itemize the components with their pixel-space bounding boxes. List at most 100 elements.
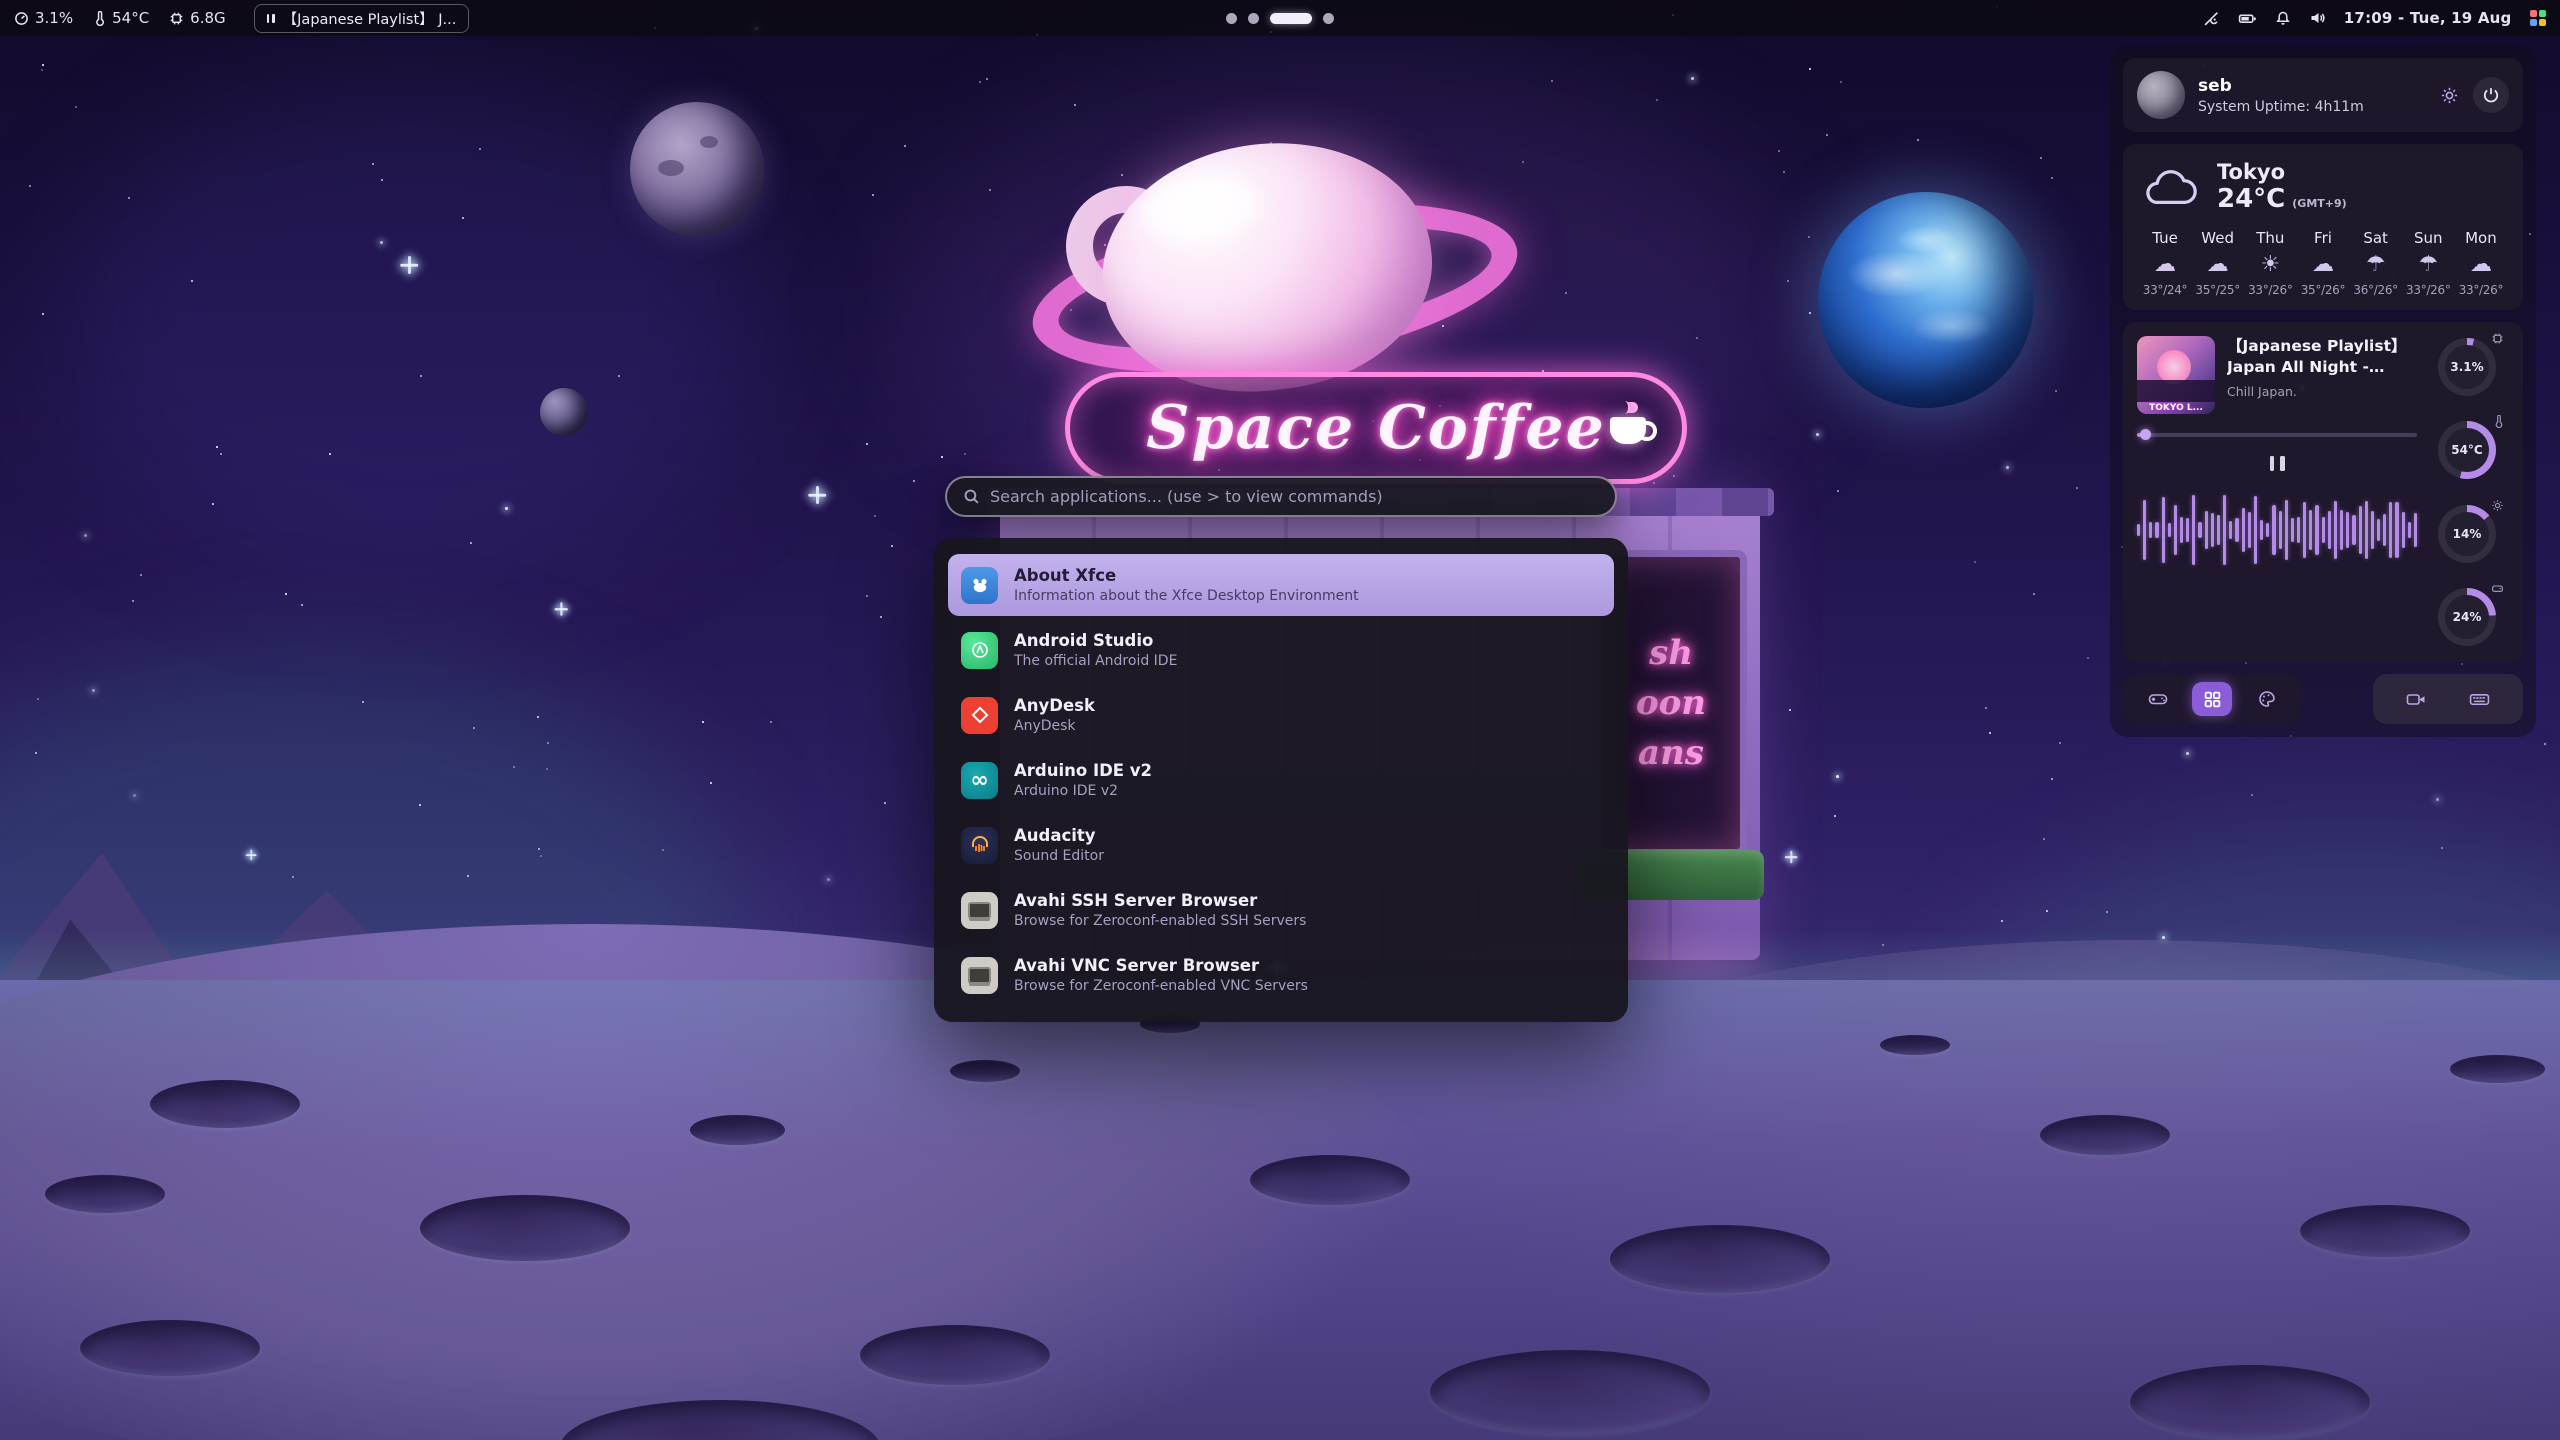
- workspace-indicator: [1226, 0, 1334, 36]
- cpu-indicator[interactable]: 3.1%: [14, 9, 73, 27]
- star: [913, 480, 915, 482]
- launcher-result-about-xfce[interactable]: About Xfce Information about the Xfce De…: [948, 554, 1614, 616]
- widgets-button[interactable]: [2192, 682, 2232, 716]
- star: [133, 794, 136, 797]
- battery-icon[interactable]: [2238, 11, 2257, 26]
- star: [84, 534, 87, 537]
- launcher-result-avahi-vnc[interactable]: Avahi VNC Server Browser Browse for Zero…: [948, 944, 1614, 1006]
- pause-button[interactable]: [2255, 450, 2299, 476]
- temperature-gauge: 54°C: [2438, 421, 2496, 479]
- workspace-dot[interactable]: [1323, 13, 1334, 24]
- star: [462, 217, 464, 219]
- video-camera-icon: [2406, 692, 2426, 707]
- star: [75, 106, 77, 108]
- waveform-bar: [2303, 502, 2306, 558]
- track-subtitle: Chill Japan.: [2227, 384, 2417, 399]
- star: [220, 453, 222, 455]
- gear-icon: [2440, 86, 2459, 105]
- star: [2001, 920, 2003, 922]
- wallpaper-earth: [1818, 192, 2034, 408]
- volume-icon[interactable]: [2309, 10, 2326, 26]
- waveform-bar: [2359, 506, 2362, 554]
- music-progress-thumb[interactable]: [2140, 429, 2151, 440]
- apps-grid-icon[interactable]: [2530, 10, 2547, 27]
- crater: [690, 1115, 785, 1145]
- launcher-result-android-studio[interactable]: Android Studio The official Android IDE: [948, 619, 1614, 681]
- result-desc: Sound Editor: [1014, 848, 1104, 864]
- keyboard-button[interactable]: [2460, 682, 2500, 716]
- now-playing-widget[interactable]: 【Japanese Playlist】 J...: [254, 4, 470, 33]
- star: [1717, 685, 1719, 687]
- screencast-button[interactable]: [2396, 682, 2436, 716]
- star: [538, 848, 540, 850]
- controller-button[interactable]: [2138, 682, 2178, 716]
- launcher-result-arduino[interactable]: ∞ Arduino IDE v2 Arduino IDE v2: [948, 749, 1614, 811]
- launcher-result-audacity[interactable]: Audacity Sound Editor: [948, 814, 1614, 876]
- wallpaper-small-moon: [540, 388, 588, 436]
- bell-icon[interactable]: [2275, 10, 2291, 26]
- waveform-bar: [2340, 510, 2343, 550]
- power-button[interactable]: [2473, 77, 2509, 113]
- launcher-search-bar[interactable]: [945, 476, 1617, 517]
- star: [979, 81, 981, 83]
- workspace-dot[interactable]: [1226, 13, 1237, 24]
- waveform-bar: [2272, 505, 2275, 556]
- star: [1439, 405, 1441, 407]
- star: [1816, 433, 1819, 436]
- result-desc: The official Android IDE: [1014, 653, 1177, 669]
- palette-icon: [2258, 690, 2276, 708]
- tools-icon[interactable]: [2203, 10, 2220, 27]
- star: [2006, 466, 2009, 469]
- waveform-bar: [2260, 520, 2263, 541]
- waveform-bar: [2402, 512, 2405, 547]
- forecast-day: Tue ☁ 33°/24°: [2139, 229, 2191, 297]
- forecast-day: Mon ☁ 33°/26°: [2455, 229, 2507, 297]
- workspace-active[interactable]: [1270, 13, 1312, 24]
- cloud-icon: ☁: [2312, 253, 2334, 277]
- star: [1594, 440, 1596, 442]
- launcher-result-anydesk[interactable]: AnyDesk AnyDesk: [948, 684, 1614, 746]
- star: [1074, 104, 1076, 106]
- clock[interactable]: 17:09 - Tue, 19 Aug: [2344, 9, 2512, 27]
- waveform-bar: [2371, 511, 2374, 549]
- star: [1144, 299, 1147, 302]
- star: [2051, 177, 2053, 179]
- waveform-bar: [2315, 505, 2318, 554]
- settings-button[interactable]: [2431, 77, 2467, 113]
- waveform-bar: [2297, 517, 2300, 543]
- launcher-result-avahi-ssh[interactable]: Avahi SSH Server Browser Browse for Zero…: [948, 879, 1614, 941]
- waveform-bar: [2346, 512, 2349, 549]
- star: [866, 595, 868, 597]
- waveform-bar: [2149, 522, 2152, 538]
- waveform-bar: [2180, 517, 2183, 543]
- star: [2544, 743, 2546, 745]
- quick-actions-right: [2373, 674, 2523, 724]
- star: [140, 574, 142, 576]
- star: [2055, 390, 2057, 392]
- star: [872, 194, 874, 196]
- memory-indicator[interactable]: 6.8G: [169, 9, 225, 27]
- star: [1551, 80, 1553, 82]
- star: [1442, 325, 1444, 327]
- now-playing-text: 【Japanese Playlist】 J...: [283, 8, 457, 29]
- waveform-bar: [2229, 521, 2232, 539]
- temp-indicator[interactable]: 54°C: [93, 9, 149, 27]
- workspace-dot[interactable]: [1248, 13, 1259, 24]
- arduino-app-icon: ∞: [961, 762, 998, 799]
- star: [770, 721, 772, 723]
- star: [1691, 77, 1694, 80]
- star: [216, 446, 218, 448]
- uptime-label: System Uptime: 4h11m: [2198, 99, 2364, 115]
- search-input[interactable]: [990, 487, 1599, 506]
- theme-button[interactable]: [2247, 682, 2287, 716]
- star: [41, 69, 43, 71]
- result-name: Avahi SSH Server Browser: [1014, 891, 1306, 910]
- weather-forecast: Tue ☁ 33°/24° Wed ☁ 35°/25° Thu ☀ 33°/26…: [2139, 229, 2507, 297]
- sparkle-star: [554, 602, 568, 616]
- sparkle-star: [808, 486, 826, 504]
- music-progress-slider[interactable]: [2137, 428, 2417, 440]
- star: [479, 148, 481, 150]
- star: [467, 875, 469, 877]
- star: [2059, 742, 2061, 744]
- star: [866, 443, 868, 445]
